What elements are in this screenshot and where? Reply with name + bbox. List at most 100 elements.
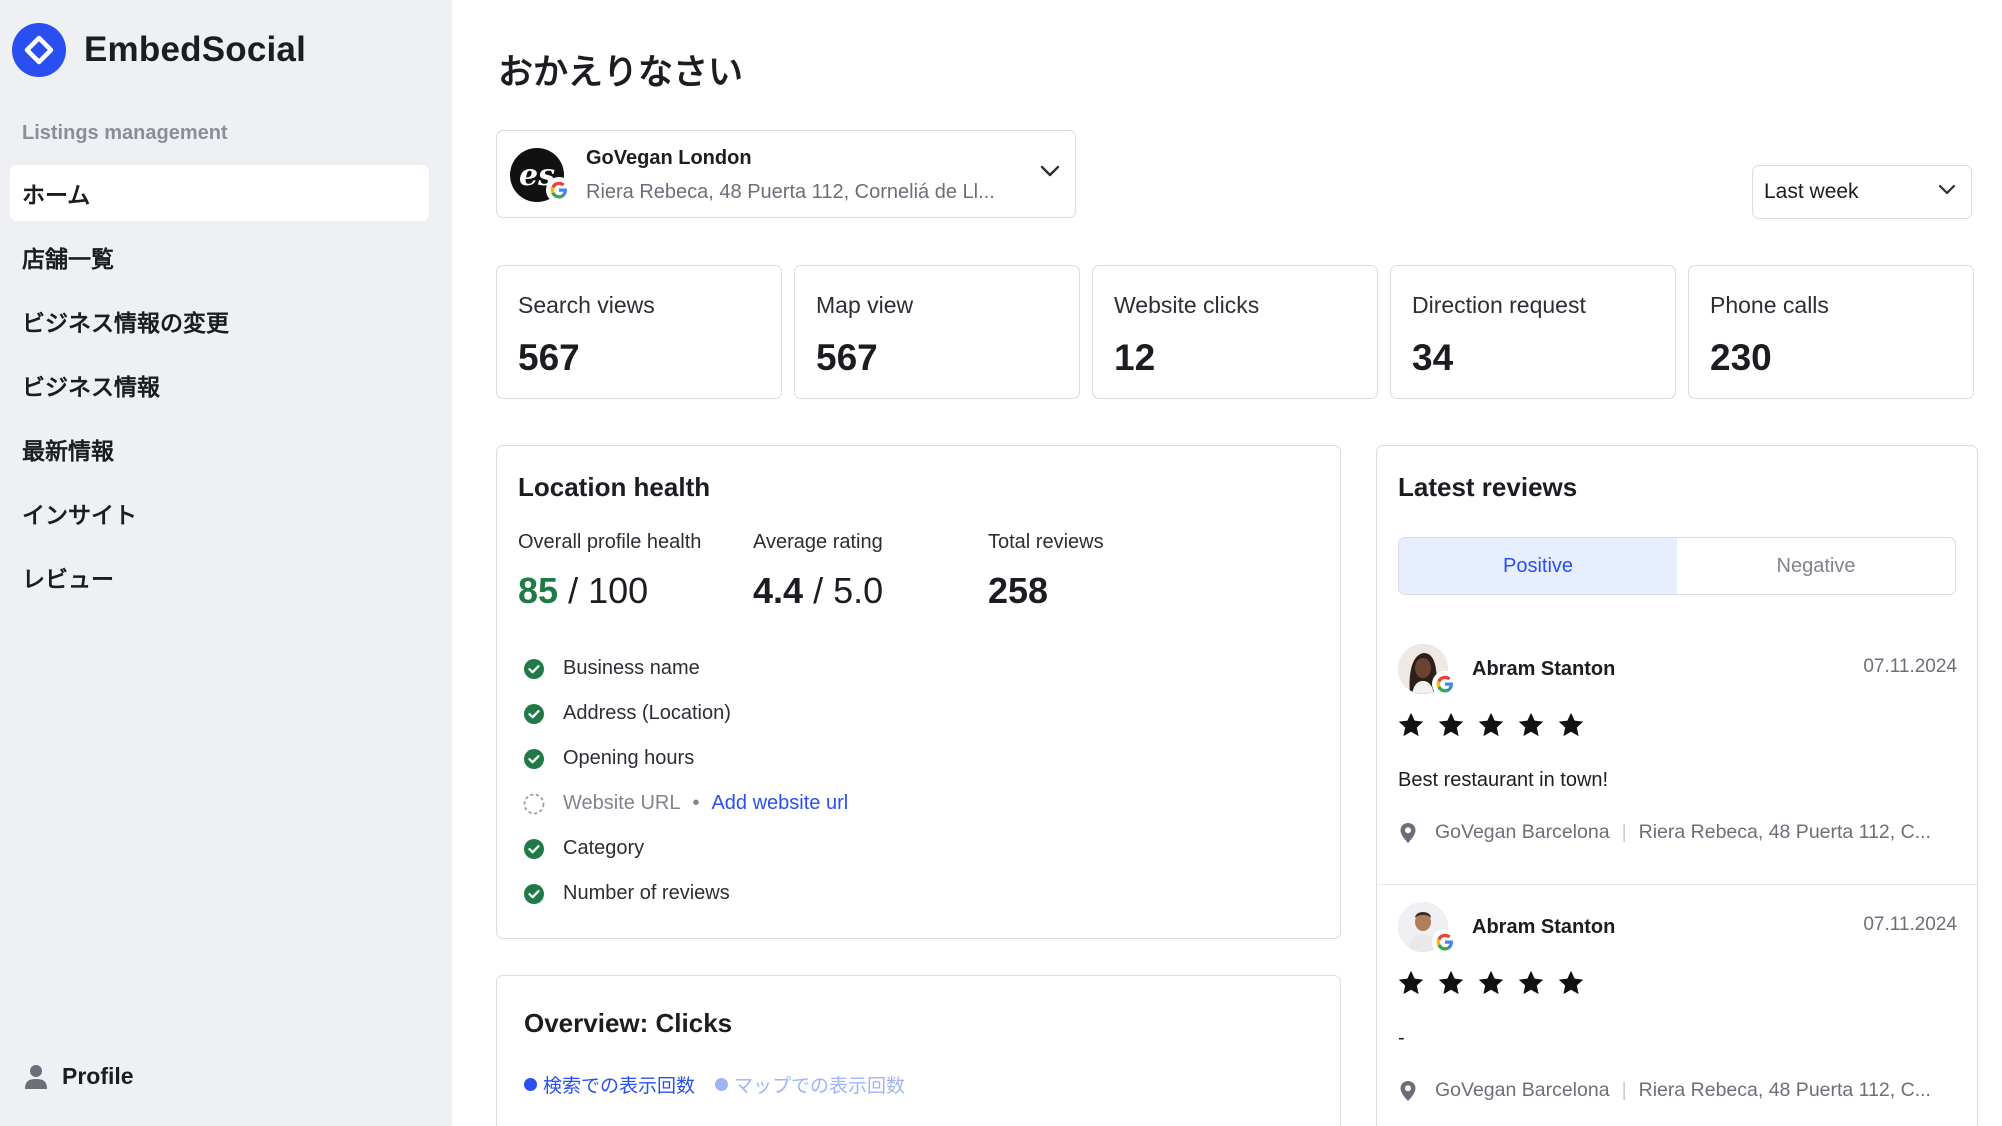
google-icon [1432, 929, 1458, 955]
legend-dot [524, 1078, 537, 1091]
check-circle-icon [524, 658, 544, 679]
profile-health-score: 85 [518, 570, 559, 611]
metric-label: Total reviews [988, 531, 1104, 553]
review-location: GoVegan Barcelona | Riera Rebeca, 48 Pue… [1399, 1079, 1931, 1102]
profile-health-max: / 100 [568, 570, 649, 611]
stat-label: Phone calls [1710, 292, 1829, 318]
brand[interactable]: EmbedSocial [12, 23, 306, 77]
separator-dot: • [692, 792, 700, 814]
tab-positive[interactable]: Positive [1399, 538, 1677, 594]
stats-row: Search views 567 Map view 567 Website cl… [496, 265, 1974, 399]
star-icon [1478, 712, 1504, 737]
checklist-label: Address (Location) [563, 702, 731, 724]
star-icon [1518, 970, 1544, 995]
star-icon [1438, 712, 1464, 737]
checklist-label: Website URL [563, 792, 681, 814]
checklist-item: Address (Location) [523, 691, 848, 736]
star-rating [1397, 711, 1585, 739]
stat-card-website-clicks: Website clicks 12 [1092, 265, 1378, 399]
legend-label: 検索での表示回数 [543, 1076, 696, 1097]
location-pin-icon [1400, 822, 1416, 843]
stat-label: Website clicks [1114, 292, 1260, 318]
stat-card-map-view: Map view 567 [794, 265, 1080, 399]
sidebar-item-latest-news[interactable]: 最新情報 [10, 421, 429, 477]
stat-value: 12 [1114, 337, 1156, 378]
google-icon [546, 177, 572, 203]
location-health-card: Location health Overall profile health 8… [496, 445, 1341, 939]
star-icon [1478, 970, 1504, 995]
star-icon [1558, 712, 1584, 737]
sidebar-item-edit-business-info[interactable]: ビジネス情報の変更 [10, 293, 429, 349]
metric-label: Overall profile health [518, 531, 702, 553]
tab-negative[interactable]: Negative [1677, 538, 1955, 594]
location-pin-icon [1400, 1080, 1416, 1101]
location-health-title: Location health [518, 472, 711, 502]
metric-value: 85 / 100 [518, 570, 701, 612]
metric-value: 4.4 / 5.0 [753, 570, 883, 612]
legend-dot [715, 1078, 729, 1091]
sidebar-item-home[interactable]: ホーム [10, 165, 429, 221]
check-circle-icon [524, 703, 544, 724]
embedsocial-logo-icon [12, 23, 66, 77]
review-item[interactable]: Abram Stanton 07.11.2024 - GoVegan Barce… [1377, 886, 1977, 1126]
sidebar-item-reviews[interactable]: レビュー [10, 549, 429, 605]
profile-label: Profile [62, 1063, 134, 1089]
review-location: GoVegan Barcelona | Riera Rebeca, 48 Pue… [1399, 821, 1931, 844]
nav-section-label: Listings management [22, 122, 228, 144]
checklist-item: Category [523, 826, 848, 871]
dashed-circle-icon [523, 793, 545, 814]
stat-label: Map view [816, 292, 914, 318]
checklist-item: Business name [523, 646, 848, 691]
profile-health-metric: Overall profile health 85 / 100 [518, 531, 701, 612]
stat-value: 34 [1412, 337, 1454, 378]
review-location-name: GoVegan Barcelona [1435, 1079, 1610, 1101]
metric-label: Average rating [753, 531, 883, 553]
sidebar-item-business-info[interactable]: ビジネス情報 [10, 357, 429, 413]
stat-card-phone-calls: Phone calls 230 [1688, 265, 1974, 399]
separator: | [1621, 821, 1627, 843]
location-name: GoVegan London [586, 147, 752, 169]
check-circle-icon [524, 883, 544, 904]
latest-reviews-title: Latest reviews [1398, 472, 1578, 502]
stat-card-search-views: Search views 567 [496, 265, 782, 399]
page-title: おかえりなさい [498, 53, 744, 92]
profile-button[interactable]: Profile [24, 1063, 134, 1090]
checklist-label: Number of reviews [563, 882, 730, 904]
review-author: Abram Stanton [1472, 658, 1616, 680]
check-circle-icon [524, 838, 544, 859]
review-location-address: Riera Rebeca, 48 Puerta 112, C... [1638, 821, 1931, 843]
review-item[interactable]: Abram Stanton 07.11.2024 Best restaurant… [1377, 628, 1977, 885]
metric-value: 258 [988, 570, 1104, 612]
profile-checklist: Business name Address (Location) Opening… [523, 646, 848, 916]
location-select[interactable]: es GoVegan London Riera Rebeca, 48 Puert… [496, 130, 1076, 218]
review-location-name: GoVegan Barcelona [1435, 821, 1610, 843]
review-filter-tabs: Positive Negative [1398, 537, 1956, 595]
star-icon [1518, 712, 1544, 737]
review-author: Abram Stanton [1472, 916, 1616, 938]
check-circle-icon [524, 748, 544, 769]
review-location-address: Riera Rebeca, 48 Puerta 112, C... [1638, 1079, 1931, 1101]
sidebar-item-insights[interactable]: インサイト [10, 485, 429, 541]
checklist-item: Number of reviews [523, 871, 848, 916]
sidebar-item-locations[interactable]: 店舗一覧 [10, 229, 429, 285]
star-rating [1397, 969, 1585, 997]
review-date: 07.11.2024 [1863, 656, 1957, 677]
review-date: 07.11.2024 [1863, 914, 1957, 935]
period-select[interactable]: Last week [1752, 165, 1972, 219]
legend-item-map-views[interactable]: マップでの表示回数 [715, 1071, 905, 1098]
checklist-item: Opening hours [523, 736, 848, 781]
chevron-down-icon [1040, 165, 1060, 177]
legend-label: マップでの表示回数 [734, 1076, 906, 1097]
total-reviews-metric: Total reviews 258 [988, 531, 1104, 612]
overview-title: Overview: Clicks [524, 1008, 733, 1038]
legend-item-search-views[interactable]: 検索での表示回数 [524, 1071, 695, 1098]
checklist-label: Business name [563, 657, 700, 679]
review-text: - [1398, 1027, 1405, 1049]
separator: | [1621, 1079, 1627, 1101]
star-icon [1558, 970, 1584, 995]
google-icon [1432, 671, 1458, 697]
add-website-url-link[interactable]: Add website url [711, 792, 848, 815]
stat-label: Direction request [1412, 292, 1586, 318]
chart-legend: 検索での表示回数 マップでの表示回数 [524, 1071, 905, 1098]
stat-value: 567 [518, 337, 580, 378]
